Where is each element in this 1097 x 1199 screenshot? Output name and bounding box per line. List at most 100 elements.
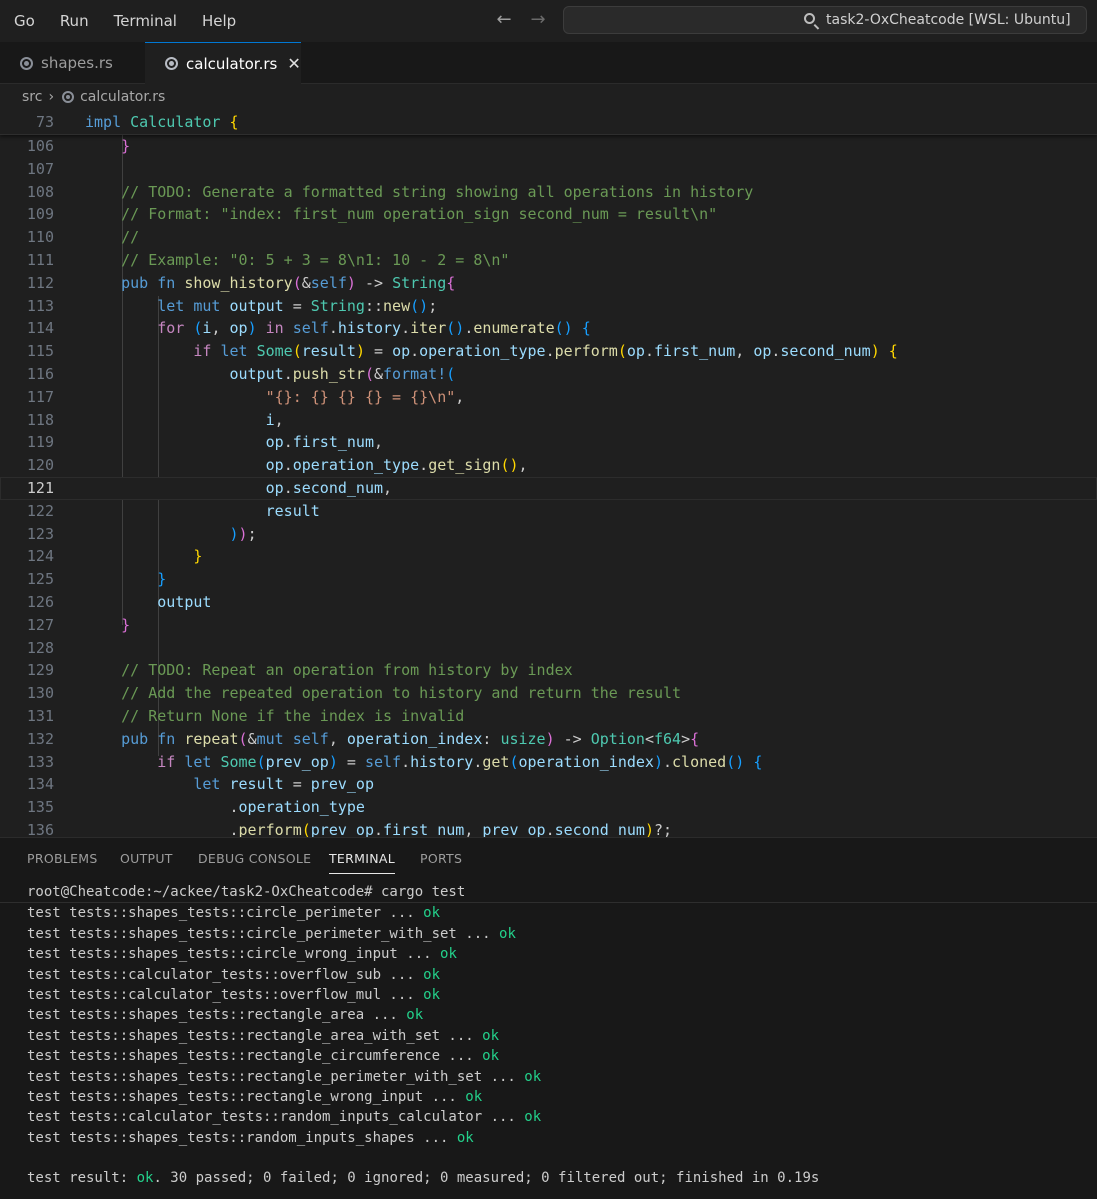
code-line: .operation_type [85, 798, 365, 817]
tab-calculator-rs[interactable]: calculator.rs ✕ [145, 42, 301, 84]
terminal[interactable]: root@Cheatcode:~/ackee/task2-OxCheatcode… [0, 882, 1097, 1189]
code-line: if let Some(prev_op) = self.history.get(… [157, 752, 763, 771]
test-name: test tests::shapes_tests::rectangle_peri… [27, 1068, 525, 1085]
panel-tab-bar: PROBLEMS OUTPUT DEBUG CONSOLE TERMINAL P… [0, 838, 1097, 880]
line-number: 124 [26, 547, 54, 566]
line-number: 112 [26, 273, 54, 292]
tab-problems[interactable]: PROBLEMS [27, 851, 98, 866]
code-line: pub fn repeat(&mut self, operation_index… [121, 729, 700, 748]
menu-run[interactable]: Run [46, 12, 100, 30]
test-name: test tests::calculator_tests::overflow_s… [27, 966, 424, 983]
tab-ports[interactable]: PORTS [420, 851, 462, 866]
tab-debug-console[interactable]: DEBUG CONSOLE [198, 851, 311, 866]
line-number: 130 [26, 684, 54, 703]
menu-bar: Go Run Terminal Help [0, 0, 247, 42]
line-number: 128 [26, 638, 54, 657]
command-center-search[interactable]: task2-OxCheatcode [WSL: Ubuntu] [563, 6, 1087, 34]
code-line: // Example: "0: 5 + 3 = 8\n1: 10 - 2 = 8… [121, 250, 510, 269]
test-status: ok [406, 1007, 424, 1024]
sticky-scroll-header[interactable]: 73 impl Calculator { [0, 110, 1097, 135]
code-editor[interactable]: 73 impl Calculator { 106 } 107 108 // TOD… [0, 110, 1097, 837]
tab-label: shapes.rs [41, 54, 113, 72]
code-row: 112 pub fn show_history(&self) -> String… [0, 272, 1097, 295]
code-row: 126 output [0, 591, 1097, 614]
bottom-panel: PROBLEMS OUTPUT DEBUG CONSOLE TERMINAL P… [0, 837, 1097, 1199]
test-status: ok [440, 946, 457, 963]
code-line: for (i, op) in self.history.iter().enume… [157, 319, 591, 338]
test-name: test tests::shapes_tests::rectangle_area… [27, 1007, 407, 1024]
test-status: ok [499, 925, 516, 942]
line-number: 126 [26, 592, 54, 611]
test-line: test tests::shapes_tests::random_inputs_… [0, 1128, 1097, 1148]
code-line: result [265, 501, 320, 520]
test-line: test tests::shapes_tests::rectangle_wron… [0, 1087, 1097, 1107]
test-name: test tests::calculator_tests::random_inp… [27, 1109, 525, 1126]
line-number: 129 [26, 661, 54, 680]
terminal-prompt-line: root@Cheatcode:~/ackee/task2-OxCheatcode… [27, 884, 466, 900]
code-row-current: 121 op.second_num, [0, 476, 1097, 500]
line-number: 119 [26, 433, 54, 452]
menu-terminal[interactable]: Terminal [100, 12, 188, 30]
line-number: 111 [26, 250, 54, 269]
test-status: ok [465, 1088, 483, 1105]
code-row: 120 op.operation_type.get_sign(), [0, 454, 1097, 477]
code-row: 115 if let Some(result) = op.operation_t… [0, 340, 1097, 363]
test-line: test tests::shapes_tests::rectangle_area… [0, 1005, 1097, 1025]
menu-help[interactable]: Help [188, 12, 247, 30]
code-row: 114 for (i, op) in self.history.iter().e… [0, 317, 1097, 340]
test-result-summary: . 30 passed; 0 failed; 0 ignored; 0 meas… [153, 1170, 820, 1187]
navigation-arrows: ← → [494, 9, 548, 31]
code-row: 123 )); [0, 523, 1097, 546]
code-row: 135 .operation_type [0, 796, 1097, 819]
code-row: 108 // TODO: Generate a formatted string… [0, 181, 1097, 204]
code-row: 133 if let Some(prev_op) = self.history.… [0, 751, 1097, 774]
line-number: 110 [26, 228, 54, 247]
code-row: 106 } [0, 135, 1097, 158]
breadcrumb-file[interactable]: calculator.rs [80, 89, 165, 105]
rust-file-icon [165, 57, 178, 70]
line-number: 120 [26, 456, 54, 475]
line-number: 113 [26, 296, 54, 315]
line-number: 127 [26, 615, 54, 634]
tab-output[interactable]: OUTPUT [120, 851, 173, 866]
code-row: 134 let result = prev_op [0, 773, 1097, 796]
line-number: 125 [26, 570, 54, 589]
code-line: } [193, 547, 203, 566]
workspace-title: task2-OxCheatcode [WSL: Ubuntu] [826, 12, 1071, 28]
breadcrumb-folder[interactable]: src [22, 89, 42, 105]
tab-terminal[interactable]: TERMINAL [329, 851, 395, 874]
menu-go[interactable]: Go [0, 12, 46, 30]
code-row: 118 i, [0, 409, 1097, 432]
code-line: // TODO: Repeat an operation from histor… [121, 661, 573, 680]
code-line: op.operation_type.get_sign(), [265, 456, 528, 475]
code-row: 131 // Return None if the index is inval… [0, 705, 1097, 728]
code-line: // Return None if the index is invalid [121, 706, 465, 725]
close-icon[interactable]: ✕ [287, 54, 300, 73]
line-number: 135 [26, 798, 54, 817]
code-line: .perform(prev_op.first_num, prev_op.seco… [85, 820, 673, 837]
code-row: 128 [0, 637, 1097, 660]
code-row: 132 pub fn repeat(&mut self, operation_i… [0, 728, 1097, 751]
code-row: 116 output.push_str(&format!( [0, 363, 1097, 386]
test-line: test tests::shapes_tests::rectangle_circ… [0, 1046, 1097, 1066]
line-number: 106 [26, 137, 54, 155]
code-row: 130 // Add the repeated operation to his… [0, 682, 1097, 705]
code-line: } [157, 570, 167, 589]
line-number: 116 [26, 364, 54, 383]
code-lines: 106 } 107 108 // TODO: Generate a format… [0, 135, 1097, 837]
code-line: let result = prev_op [193, 775, 374, 794]
test-output: test tests::shapes_tests::circle_perimet… [0, 903, 1097, 1148]
code-row: 117 "{}: {} {} {} = {}\n", [0, 386, 1097, 409]
test-status: ok [524, 1109, 542, 1126]
forward-arrow-icon[interactable]: → [528, 9, 548, 31]
test-status: ok [423, 905, 441, 922]
code-line: // Add the repeated operation to history… [121, 684, 682, 703]
tab-shapes-rs[interactable]: shapes.rs [0, 42, 144, 84]
rust-file-icon [62, 91, 75, 103]
test-line: test tests::shapes_tests::rectangle_area… [0, 1026, 1097, 1046]
line-number: 132 [26, 729, 54, 748]
code-line: impl Calculator { [85, 113, 239, 131]
code-row: 125 } [0, 568, 1097, 591]
line-number: 118 [26, 410, 54, 429]
back-arrow-icon[interactable]: ← [494, 9, 514, 31]
